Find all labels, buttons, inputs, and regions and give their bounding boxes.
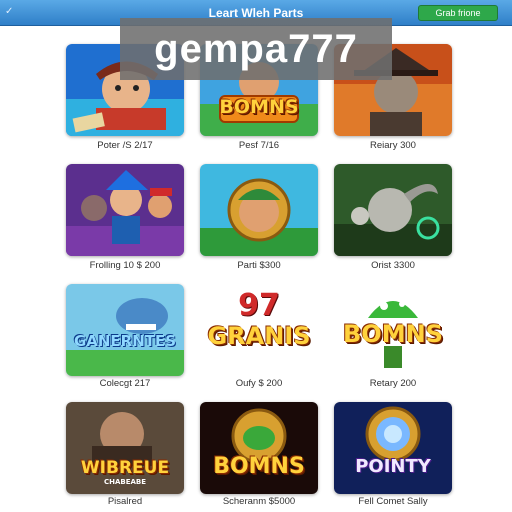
game-banner-7: GANERNTES — [73, 332, 177, 350]
game-card-4[interactable] — [66, 164, 184, 256]
watermark: gempa777 — [120, 18, 392, 80]
game-card-7[interactable]: GANERNTES — [66, 284, 184, 376]
game-caption-3: Reiary 300 — [370, 140, 416, 151]
game-card-11[interactable]: BOMNS — [200, 402, 318, 494]
game-numeral-8: 97 — [238, 288, 280, 323]
game-caption-1: Poter /S 2/17 — [97, 140, 153, 151]
game-caption-4: Frolling 10 $ 200 — [89, 260, 161, 271]
game-caption-2: Pesf 7/16 — [238, 140, 280, 151]
pointy-orb-art — [334, 402, 452, 494]
game-card-10[interactable]: WIBREUE CHABEABE — [66, 402, 184, 494]
header-button[interactable]: Grab frione — [418, 5, 498, 21]
game-card-8[interactable]: 97 GRANIS — [200, 284, 318, 376]
game-banner-12: POINTY — [355, 456, 431, 477]
game-banner-11: BOMNS — [213, 454, 305, 479]
bomns-framed-art — [200, 402, 318, 494]
game-banner-2: BOMNS — [219, 96, 299, 118]
game-banner-10: WIBREUE — [80, 458, 170, 478]
game-caption-8: Oufy $ 200 — [235, 378, 283, 389]
game-banner-9: BOMNS — [343, 320, 443, 348]
game-card-6[interactable] — [334, 164, 452, 256]
game-caption-12: Fell Comet Sally — [358, 496, 428, 507]
game-caption-7: Colecgt 217 — [99, 378, 151, 389]
creature-art — [66, 284, 184, 376]
game-caption-11: Scheranm $5000 — [222, 496, 296, 507]
game-card-9[interactable]: BOMNS — [334, 284, 452, 376]
game-caption-5: Parti $300 — [237, 260, 281, 271]
goblin-character-art — [334, 164, 452, 256]
game-subbanner-10: CHABEABE — [103, 478, 147, 486]
game-caption-6: Orist 3300 — [371, 260, 415, 271]
framed-character-art — [200, 164, 318, 256]
game-banner-8: GRANIS — [207, 322, 311, 350]
game-caption-10: Pisalred — [107, 496, 143, 507]
game-card-12[interactable]: POINTY — [334, 402, 452, 494]
heroes-group-art — [66, 164, 184, 256]
game-caption-9: Retary 200 — [369, 378, 417, 389]
game-card-5[interactable] — [200, 164, 318, 256]
